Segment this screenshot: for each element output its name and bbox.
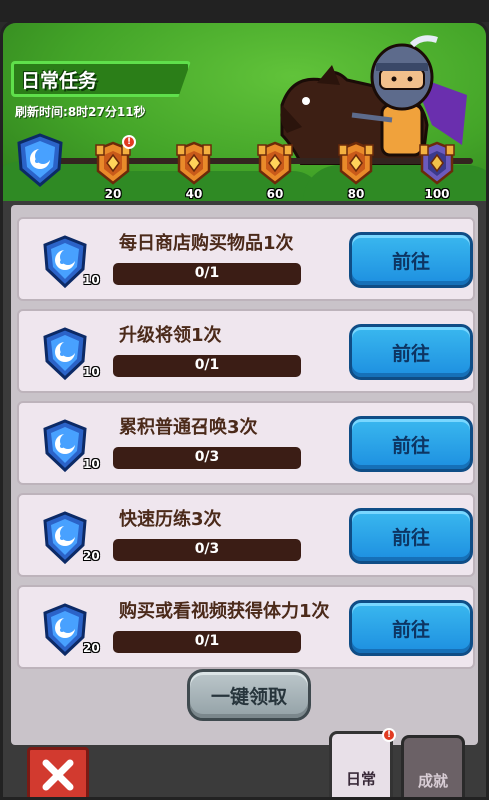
activity-points-icon [17,133,63,187]
activity-points-icon [43,419,87,473]
tab-daily-label: 日常 [345,770,376,788]
task-progress-text: 0/3 [194,541,220,557]
activity-points-icon [43,235,87,289]
task-progress-text: 0/3 [194,449,220,465]
tab-achievement-label: 成就 [417,772,448,790]
task-reward: 10 [83,365,100,379]
page-title: 日常任务 [21,70,98,92]
task-title: 快速历练3次 [119,509,222,530]
task-title: 升级将领1次 [119,325,222,346]
tab-daily[interactable]: 日常 ! [329,728,396,797]
refresh-timer: 刷新时间:8时27分11秒 [15,103,146,120]
milestone-alert-icon: ! [122,135,136,149]
milestone-points: 80 [347,187,365,201]
milestone-chest-icon[interactable] [175,141,213,185]
task-card: 10 每日商店购买物品1次 0/1 前往 [17,217,475,301]
task-reward: 20 [83,549,100,563]
activity-points-icon [43,511,87,565]
claim-all-button[interactable]: 一键领取 [187,669,311,721]
task-card: 20 快速历练3次 0/3 前往 [17,493,475,577]
tab-achievement[interactable]: 成就 [401,735,465,797]
task-title: 累积普通召唤3次 [119,417,258,438]
task-card: 10 升级将领1次 0/1 前往 [17,309,475,393]
go-button[interactable]: 前往 [349,508,473,564]
refresh-time: 8时27分11秒 [67,105,146,119]
go-button[interactable]: 前往 [349,416,473,472]
tab-daily-alert-icon: ! [382,728,396,742]
close-icon [42,759,74,791]
task-card: 20 购买或看视频获得体力1次 0/1 前往 [17,585,475,669]
task-title: 购买或看视频获得体力1次 [119,601,330,622]
status-bar [0,0,489,22]
milestone-chest-icon[interactable] [418,141,456,185]
milestone-chest-icon[interactable] [337,141,375,185]
bush-decoration [303,165,486,201]
task-progress-text: 0/1 [194,357,220,373]
milestone-points: 60 [266,187,284,201]
refresh-label: 刷新时间: [15,105,68,119]
task-reward: 10 [83,273,100,287]
milestone-points: 100 [424,187,450,201]
go-button[interactable]: 前往 [349,600,473,656]
milestone-points: 40 [185,187,203,201]
milestone-chest-icon[interactable] [256,141,294,185]
milestone-points: 20 [104,187,122,201]
task-title: 每日商店购买物品1次 [119,233,294,254]
go-button[interactable]: 前往 [349,324,473,380]
task-progress-text: 0/1 [194,633,220,649]
task-list[interactable]: 10 每日商店购买物品1次 0/1 前往 10 升级将领1次 0/1 前往 10 累积普通召唤3次… [11,205,478,745]
header-area: 日常任务 刷新时间:8时27分11秒 20 ! 40 60 80 100 [3,23,486,201]
task-card: 10 累积普通召唤3次 0/3 前往 [17,401,475,485]
task-reward: 20 [83,641,100,655]
close-button[interactable] [27,747,89,797]
task-progress-text: 0/1 [194,265,220,281]
task-reward: 10 [83,457,100,471]
daily-tasks-panel: 日常任务 刷新时间:8时27分11秒 20 ! 40 60 80 100 10 … [0,20,489,800]
activity-points-icon [43,327,87,381]
go-button[interactable]: 前往 [349,232,473,288]
activity-points-icon [43,603,87,657]
